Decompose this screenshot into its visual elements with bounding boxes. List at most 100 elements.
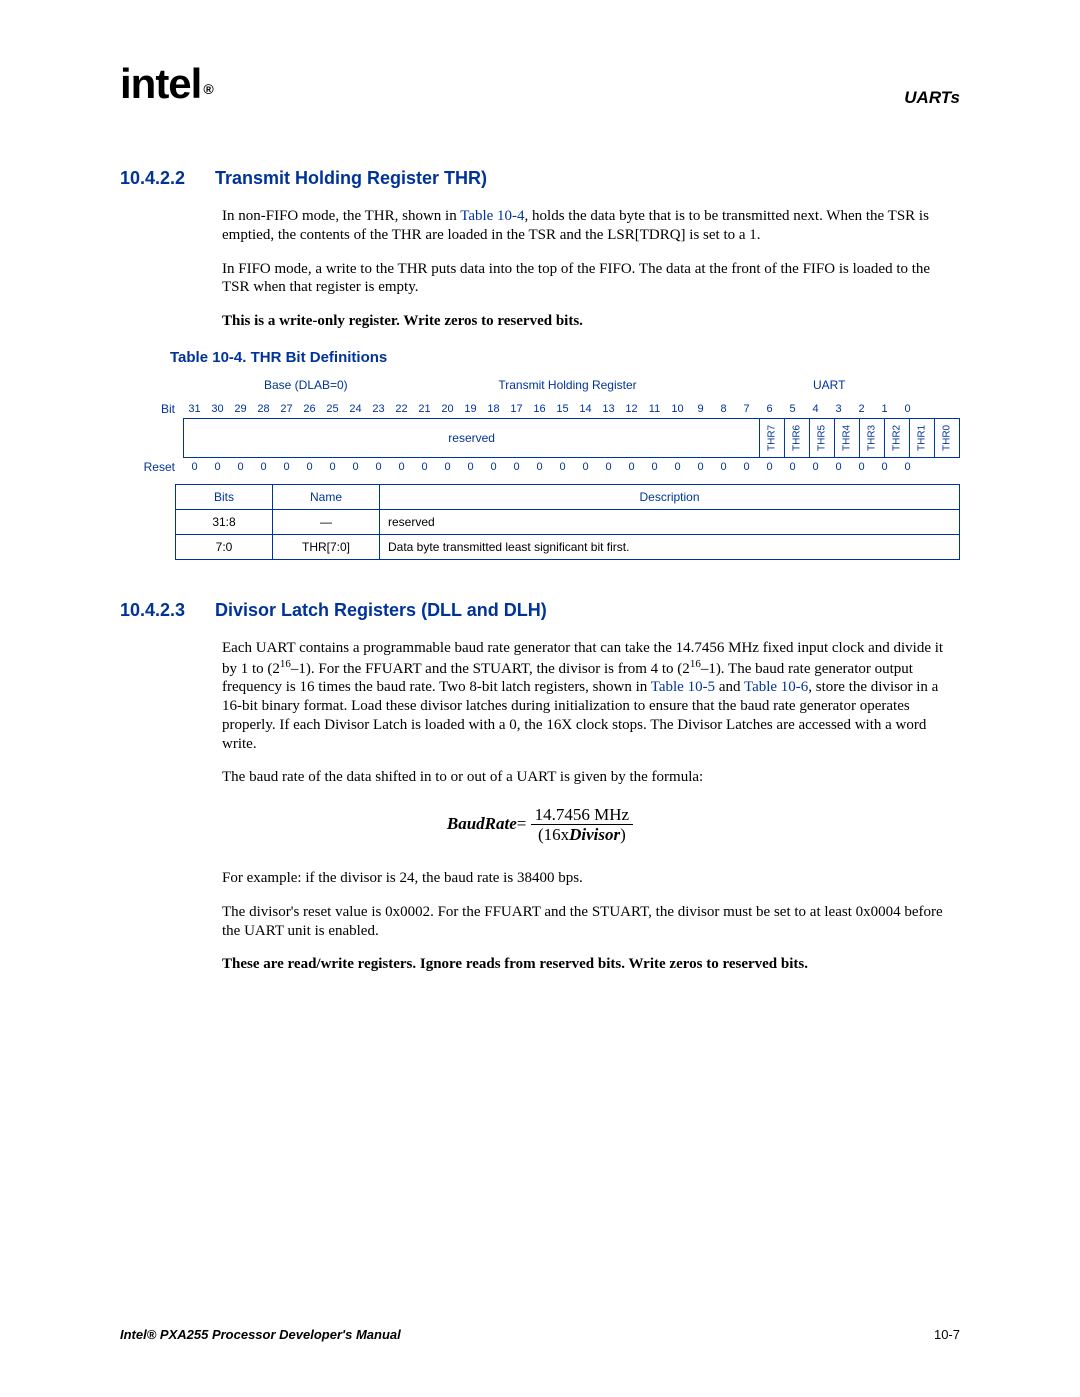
field-thr5: THR5 (810, 419, 835, 457)
table-row: 7:0 THR[7:0] Data byte transmitted least… (176, 534, 960, 559)
reset-value: 0 (643, 461, 666, 473)
reset-value: 0 (873, 461, 896, 473)
reset-value: 0 (574, 461, 597, 473)
logo-reg: ® (203, 81, 212, 97)
reg-hdr-mid: Transmit Holding Register (437, 378, 699, 392)
bit-number: 30 (206, 403, 229, 415)
formula-eq: = (517, 814, 527, 833)
bit-number: 5 (781, 403, 804, 415)
reset-value: 0 (528, 461, 551, 473)
bit-number: 4 (804, 403, 827, 415)
bit-number: 29 (229, 403, 252, 415)
field-thr1: THR1 (910, 419, 935, 457)
reset-value: 0 (390, 461, 413, 473)
para-dll-4: The divisor's reset value is 0x0002. For… (222, 903, 960, 941)
bit-number: 19 (459, 403, 482, 415)
reset-value: 0 (413, 461, 436, 473)
reset-value: 0 (551, 461, 574, 473)
section-10-4-2-2-heading: 10.4.2.2Transmit Holding Register THR) (120, 168, 960, 189)
bit-number-row: Bit 313029282726252423222120191817161514… (120, 402, 960, 416)
reset-value: 0 (620, 461, 643, 473)
intel-logo: intel® (120, 60, 211, 108)
logo-text: intel (120, 60, 201, 107)
section-number: 10.4.2.2 (120, 168, 215, 189)
bit-number: 1 (873, 403, 896, 415)
register-header: Base (DLAB=0) Transmit Holding Register … (175, 378, 960, 392)
bit-number: 7 (735, 403, 758, 415)
register-diagram: Base (DLAB=0) Transmit Holding Register … (120, 378, 960, 560)
reset-value: 0 (206, 461, 229, 473)
cell: — (273, 509, 380, 534)
sup: 16 (280, 658, 291, 670)
bit-number: 23 (367, 403, 390, 415)
bit-number: 15 (551, 403, 574, 415)
text: (16x (538, 825, 569, 844)
formula-numerator: 14.7456 MHz (531, 805, 633, 825)
field-thr3: THR3 (860, 419, 885, 457)
para-thr-1: In non-FIFO mode, the THR, shown in Tabl… (222, 207, 960, 245)
formula-lhs: BaudRate (447, 814, 517, 833)
bit-number: 27 (275, 403, 298, 415)
bit-number: 24 (344, 403, 367, 415)
footer-title: Intel® PXA255 Processor Developer's Manu… (120, 1327, 401, 1342)
bit-number: 22 (390, 403, 413, 415)
link-table-10-6[interactable]: Table 10-6 (744, 679, 808, 695)
baud-rate-formula: BaudRate= 14.7456 MHz (16xDivisor) (120, 805, 960, 845)
section-title: Divisor Latch Registers (DLL and DLH) (215, 600, 547, 620)
reset-value: 0 (896, 461, 919, 473)
bit-number: 13 (597, 403, 620, 415)
bit-description-table: Bits Name Description 31:8 — reserved 7:… (175, 484, 960, 560)
thr-note: This is a write-only register. Write zer… (222, 312, 960, 331)
text: Divisor (569, 825, 620, 844)
text: ) (620, 825, 626, 844)
reset-row: Reset 00000000000000000000000000000000 (120, 460, 960, 474)
reset-value: 0 (367, 461, 390, 473)
field-row: reserved THR7 THR6 THR5 THR4 THR3 THR2 T… (120, 418, 960, 458)
chapter-title: UARTs (904, 88, 960, 108)
bit-number: 25 (321, 403, 344, 415)
cell: THR[7:0] (273, 534, 380, 559)
formula-denominator: (16xDivisor) (534, 825, 630, 844)
bit-number: 14 (574, 403, 597, 415)
section-number: 10.4.2.3 (120, 600, 215, 621)
bit-number: 10 (666, 403, 689, 415)
field-thr6: THR6 (785, 419, 810, 457)
reset-value: 0 (735, 461, 758, 473)
reset-value: 0 (482, 461, 505, 473)
bit-number: 18 (482, 403, 505, 415)
reset-value: 0 (459, 461, 482, 473)
bit-number: 0 (896, 403, 919, 415)
text: In non-FIFO mode, the THR, shown in (222, 208, 460, 224)
bit-number: 9 (689, 403, 712, 415)
reg-hdr-right: UART (698, 378, 960, 392)
cell: Data byte transmitted least significant … (380, 534, 960, 559)
reset-value: 0 (850, 461, 873, 473)
bit-number: 28 (252, 403, 275, 415)
field-thr0: THR0 (935, 419, 959, 457)
bit-number: 3 (827, 403, 850, 415)
bit-label: Bit (120, 402, 183, 416)
table-row: 31:8 — reserved (176, 509, 960, 534)
bit-number: 17 (505, 403, 528, 415)
reset-value: 0 (436, 461, 459, 473)
bit-number: 8 (712, 403, 735, 415)
text: and (715, 679, 744, 695)
reset-value: 0 (183, 461, 206, 473)
reset-value: 0 (712, 461, 735, 473)
reset-value: 0 (229, 461, 252, 473)
para-thr-2: In FIFO mode, a write to the THR puts da… (222, 260, 960, 298)
field-thr4: THR4 (835, 419, 860, 457)
text: –1). For the FFUART and the STUART, the … (291, 661, 690, 677)
bit-number: 16 (528, 403, 551, 415)
link-table-10-5[interactable]: Table 10-5 (651, 679, 715, 695)
cell: 7:0 (176, 534, 273, 559)
th-name: Name (273, 484, 380, 509)
bit-number: 11 (643, 403, 666, 415)
field-thr7: THR7 (760, 419, 785, 457)
bit-number: 21 (413, 403, 436, 415)
reset-value: 0 (275, 461, 298, 473)
link-table-10-4[interactable]: Table 10-4 (460, 208, 524, 224)
th-bits: Bits (176, 484, 273, 509)
page-footer: Intel® PXA255 Processor Developer's Manu… (120, 1327, 960, 1342)
field-reserved: reserved (184, 419, 760, 457)
